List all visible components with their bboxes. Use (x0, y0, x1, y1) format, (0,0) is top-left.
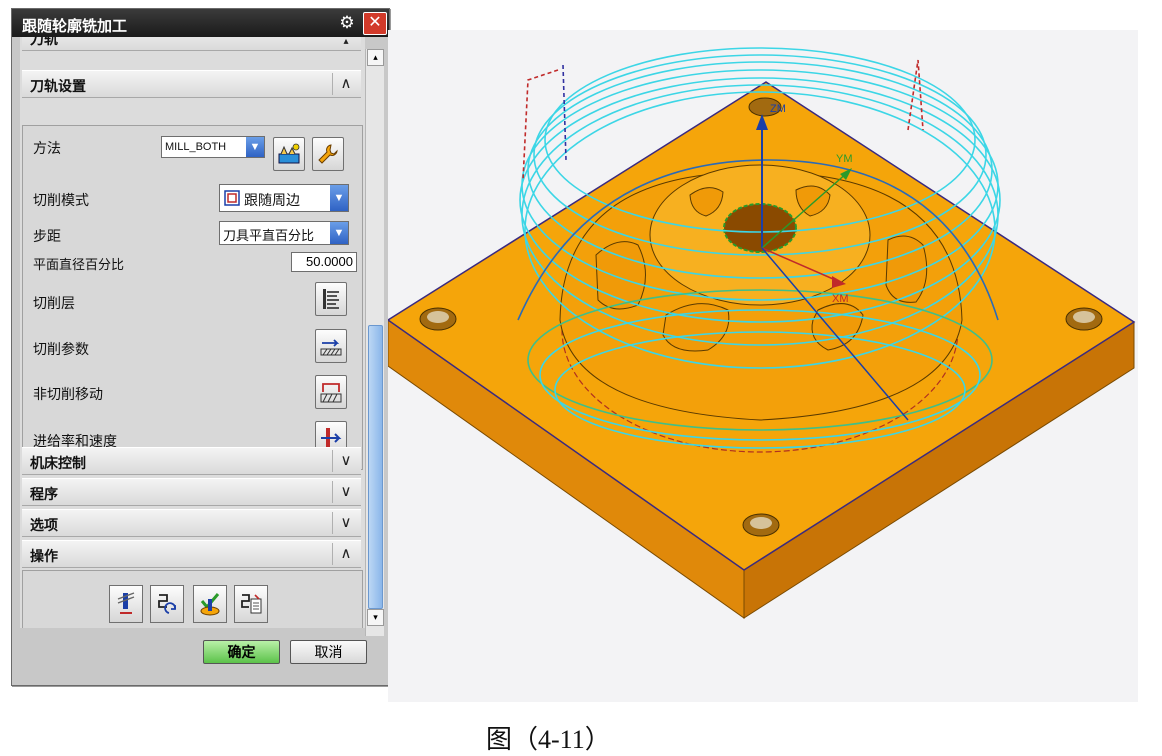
generate-icon (117, 592, 135, 614)
stepover-select[interactable]: 刀具平直百分比 ▼ (219, 221, 349, 245)
dialog-window: 跟随轮廓铣加工 ⚙ ✕ 刀轨 ▴ 刀轨设置 ∧ 方法 MILL_BOTH ▼ 切… (11, 8, 390, 686)
gear-icon[interactable]: ⚙ (337, 13, 357, 33)
ok-button[interactable]: 确定 (203, 640, 280, 664)
actions-panel (22, 570, 363, 628)
chevron-down-icon: ▼ (246, 137, 264, 157)
cut-params-icon (320, 339, 342, 356)
verify-icon (200, 593, 220, 616)
cut-levels-label: 切削层 (33, 295, 75, 311)
method-label: 方法 (33, 140, 61, 156)
cut-pattern-select[interactable]: 跟随周边 ▼ (219, 184, 349, 212)
percent-input[interactable]: 50.0000 (291, 252, 357, 272)
section-label: 机床控制 (30, 455, 86, 471)
cancel-button[interactable]: 取消 (290, 640, 367, 664)
chevron-down-icon: ▼ (330, 222, 348, 244)
noncut-moves-label: 非切削移动 (33, 386, 103, 402)
stepover-value: 刀具平直百分比 (223, 228, 315, 243)
cut-params-button[interactable] (315, 329, 347, 363)
title-bar[interactable]: 跟随轮廓铣加工 ⚙ ✕ (12, 9, 389, 37)
wrench-icon (318, 144, 338, 164)
divider (332, 450, 333, 472)
x-axis-label: XM (832, 293, 849, 305)
cut-levels-button[interactable] (315, 282, 347, 316)
section-header-machine-control[interactable]: 机床控制 ∨ (22, 447, 361, 475)
chevron-down-icon: ∨ (340, 452, 352, 469)
dialog-scrollbar[interactable]: ▴ ▾ (365, 49, 384, 636)
noncut-moves-icon (320, 383, 342, 403)
section-label: 操作 (30, 548, 58, 564)
cut-pattern-label: 切削模式 (33, 192, 89, 208)
method-value: MILL_BOTH (165, 141, 227, 153)
generate-button[interactable] (109, 585, 143, 623)
section-label: 选项 (30, 517, 58, 533)
verify-button[interactable] (193, 585, 227, 623)
chevron-down-icon: ▼ (330, 185, 348, 211)
toolpath-settings-panel: 方法 MILL_BOTH ▼ 切削模式 跟随周边 ▼ 步距 刀具平直百分比 ▼ … (22, 125, 363, 470)
section-header-toolpath-settings[interactable]: 刀轨设置 ∧ (22, 70, 361, 98)
method-create-button[interactable] (273, 137, 305, 171)
cut-levels-icon (323, 289, 339, 309)
follow-periphery-icon (224, 190, 240, 206)
section-header-toolpath-partial[interactable]: 刀轨 ▴ (22, 37, 361, 51)
graphics-viewport[interactable]: ZM YM XM (388, 30, 1138, 702)
cut-pattern-value: 跟随周边 (244, 192, 300, 208)
chevron-down-icon: ∨ (340, 514, 352, 531)
section-label: 刀轨设置 (30, 78, 86, 94)
noncut-moves-button[interactable] (315, 375, 347, 409)
scroll-up-button[interactable]: ▴ (367, 49, 384, 66)
create-method-icon (278, 143, 300, 164)
dialog-title: 跟随轮廓铣加工 (22, 18, 128, 35)
close-icon[interactable]: ✕ (363, 12, 387, 35)
chevron-down-icon: ∨ (340, 483, 352, 500)
z-axis-label: ZM (770, 103, 786, 115)
list-icon (241, 594, 262, 614)
y-axis-label: YM (836, 153, 853, 165)
divider (332, 543, 333, 565)
dialog-content: 刀轨 ▴ 刀轨设置 ∧ 方法 MILL_BOTH ▼ 切削模式 跟随周边 ▼ 步… (20, 37, 365, 628)
replay-icon (158, 594, 176, 614)
replay-button[interactable] (150, 585, 184, 623)
scroll-thumb[interactable] (368, 325, 383, 609)
divider (332, 512, 333, 534)
section-label: 刀轨 (30, 37, 58, 47)
chevron-up-icon: ▴ (343, 37, 349, 47)
section-label: 程序 (30, 486, 58, 502)
figure-caption: 图（4-11） (486, 725, 611, 754)
list-button[interactable] (234, 585, 268, 623)
cut-params-label: 切削参数 (33, 341, 89, 357)
percent-label: 平面直径百分比 (33, 257, 125, 272)
chevron-up-icon: ∧ (340, 75, 352, 92)
scroll-down-button[interactable]: ▾ (367, 609, 384, 626)
method-select[interactable]: MILL_BOTH ▼ (161, 136, 265, 158)
method-edit-button[interactable] (312, 137, 344, 171)
divider (332, 73, 333, 95)
chevron-up-icon: ∧ (340, 545, 352, 562)
divider (332, 481, 333, 503)
stepover-label: 步距 (33, 228, 61, 244)
section-header-program[interactable]: 程序 ∨ (22, 478, 361, 506)
section-header-options[interactable]: 选项 ∨ (22, 509, 361, 537)
section-header-actions[interactable]: 操作 ∧ (22, 540, 361, 568)
